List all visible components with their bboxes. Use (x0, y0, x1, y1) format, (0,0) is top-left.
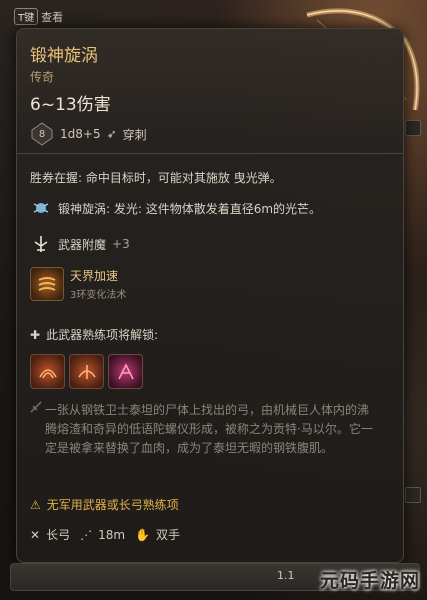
item-damage: 6~13伤害 (30, 95, 111, 115)
item-tooltip: 锻神旋涡 传奇 6~13伤害 8 1d8+5 ➶ 穿刺 胜券在握: 命中目标时，… (16, 28, 404, 563)
dice-row: 8 1d8+5 ➶ 穿刺 (30, 122, 147, 146)
dice-text: 1d8+5 (60, 127, 101, 141)
key-badge: T键 (14, 8, 39, 25)
watermark: 元码手游网 (320, 570, 421, 592)
action-icon-1[interactable] (30, 354, 65, 389)
proficiency-warning: ⚠ 无军用武器或长弓熟练项 (30, 497, 179, 513)
item-rarity: 传奇 (30, 70, 55, 84)
enchantment-row: 武器附魔 +3 (30, 233, 390, 255)
d8-dice-icon: 8 (30, 122, 54, 146)
unlock-icon: ✚ (30, 327, 41, 342)
weapon-properties: ✕ 长弓 ⋰ 18m ✋ 双手 (30, 526, 180, 543)
inspect-hint[interactable]: T键 查看 (14, 8, 63, 25)
side-button[interactable] (405, 120, 421, 136)
proficiency-actions (30, 354, 143, 389)
proficiency-header: ✚ 此武器熟练项将解锁: (30, 327, 159, 343)
crossed-swords-icon: ✕ (30, 527, 41, 542)
side-button[interactable] (405, 487, 421, 503)
action-icon-2[interactable] (69, 354, 104, 389)
item-name: 锻神旋涡 (30, 46, 98, 66)
action-icon-3[interactable] (108, 354, 143, 389)
weapon-range: ⋰ 18m (80, 527, 126, 542)
tooltip-header: 锻神旋涡 传奇 6~13伤害 8 1d8+5 ➶ 穿刺 (17, 29, 403, 154)
effect-glow: 锻神旋涡: 发光: 这件物体散发着直径6m的光芒。 (30, 197, 390, 219)
range-icon: ⋰ (80, 527, 93, 542)
spell-row[interactable]: 天界加速 3环变化法术 (30, 267, 390, 301)
hand-icon: ✋ (135, 527, 150, 542)
version-label: 1.1 (277, 569, 295, 582)
enchant-weapon-icon (30, 233, 52, 255)
haste-spell-icon[interactable] (30, 267, 64, 301)
damage-type: 穿刺 (122, 127, 147, 142)
pierce-icon: ➶ (106, 127, 117, 141)
lore-icon (30, 401, 42, 413)
lore-text: 一张从钢铁卫士泰坦的尸体上找出的弓，由机械巨人体内的沸腾熔渣和奇异的低语陀螺仪形… (45, 403, 373, 455)
glow-bug-icon (30, 197, 52, 219)
spell-level: 3环变化法术 (70, 290, 127, 301)
effect-passive: 胜券在握: 命中目标时，可能对其施放 曳光弹。 (30, 171, 282, 185)
weapon-hands: ✋ 双手 (135, 527, 181, 543)
weapon-type: ✕ 长弓 (30, 527, 71, 543)
warning-icon: ⚠ (30, 497, 41, 512)
inspect-label: 查看 (41, 10, 64, 24)
spell-name: 天界加速 (70, 269, 119, 283)
